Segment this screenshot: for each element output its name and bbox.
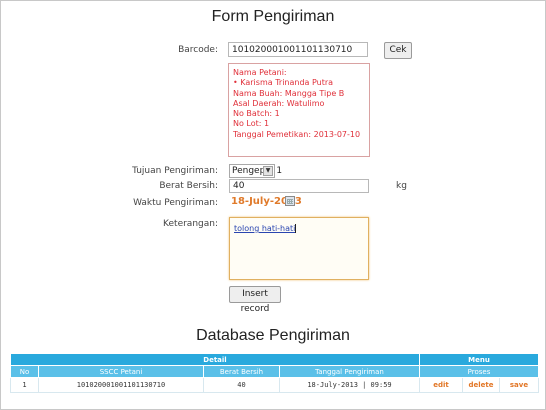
info-line: • Karisma Trinanda Putra — [233, 78, 334, 88]
info-line: Nama Petani: — [233, 68, 287, 77]
keterangan-label: Keterangan: — [163, 219, 218, 229]
tujuan-select[interactable]: Pengepul 1 ▼ — [229, 164, 282, 178]
col-tanggal-header: Tanggal Pengiriman — [279, 365, 420, 378]
info-line: Tanggal Pemetikan: 2013-07-10 — [233, 129, 361, 139]
insert-record-button[interactable]: Insert record — [229, 286, 281, 314]
berat-label: Berat Bersih: — [159, 181, 218, 191]
info-line: No Lot: 1 — [233, 119, 270, 129]
tujuan-label: Tujuan Pengiriman: — [132, 166, 218, 176]
tujuan-value: Pengepul 1 — [232, 166, 283, 176]
info-line: No Batch: 1 — [233, 109, 280, 119]
database-table: Detail Menu No SSCC Petani Berat Bersih … — [10, 353, 539, 393]
info-line: Nama Buah: Mangga Tipe B — [233, 88, 345, 98]
cek-button[interactable]: Cek — [384, 42, 412, 59]
cell-tanggal: 18-July-2013 | 09:59 — [279, 377, 420, 393]
keterangan-text: tolong hati-hati — [234, 224, 296, 233]
menu-group-header: Menu — [419, 353, 539, 366]
barcode-label: Barcode: — [178, 45, 218, 55]
chevron-down-icon[interactable]: ▼ — [263, 166, 273, 176]
berat-unit: kg — [396, 181, 407, 191]
save-link[interactable]: save — [499, 377, 539, 393]
delete-link[interactable]: delete — [462, 377, 500, 393]
col-proses-header: Proses — [419, 365, 539, 378]
calendar-icon[interactable] — [285, 196, 295, 206]
edit-link[interactable]: edit — [419, 377, 463, 393]
database-title: Database Pengiriman — [196, 327, 350, 344]
barcode-input[interactable]: 101020001001101130710 — [228, 42, 368, 57]
berat-input[interactable]: 40 — [229, 179, 369, 193]
cell-no: 1 — [10, 377, 39, 393]
col-sscc-header: SSCC Petani — [38, 365, 204, 378]
info-line: Asal Daerah: Watulimo — [233, 98, 325, 108]
cell-sscc: 101020001001101130710 — [38, 377, 204, 393]
form-title: Form Pengiriman — [211, 8, 335, 25]
text-caret — [295, 224, 297, 233]
keterangan-textarea[interactable]: tolong hati-hati — [229, 217, 369, 280]
detail-group-header: Detail — [10, 353, 420, 366]
table-row: 1 101020001001101130710 40 18-July-2013 … — [10, 377, 539, 393]
waktu-label: Waktu Pengiriman: — [133, 198, 218, 208]
petani-info-box: Nama Petani: • Karisma Trinanda Putra Na… — [228, 63, 370, 157]
cell-berat: 40 — [203, 377, 280, 393]
col-no-header: No — [10, 365, 39, 378]
col-berat-header: Berat Bersih — [203, 365, 280, 378]
